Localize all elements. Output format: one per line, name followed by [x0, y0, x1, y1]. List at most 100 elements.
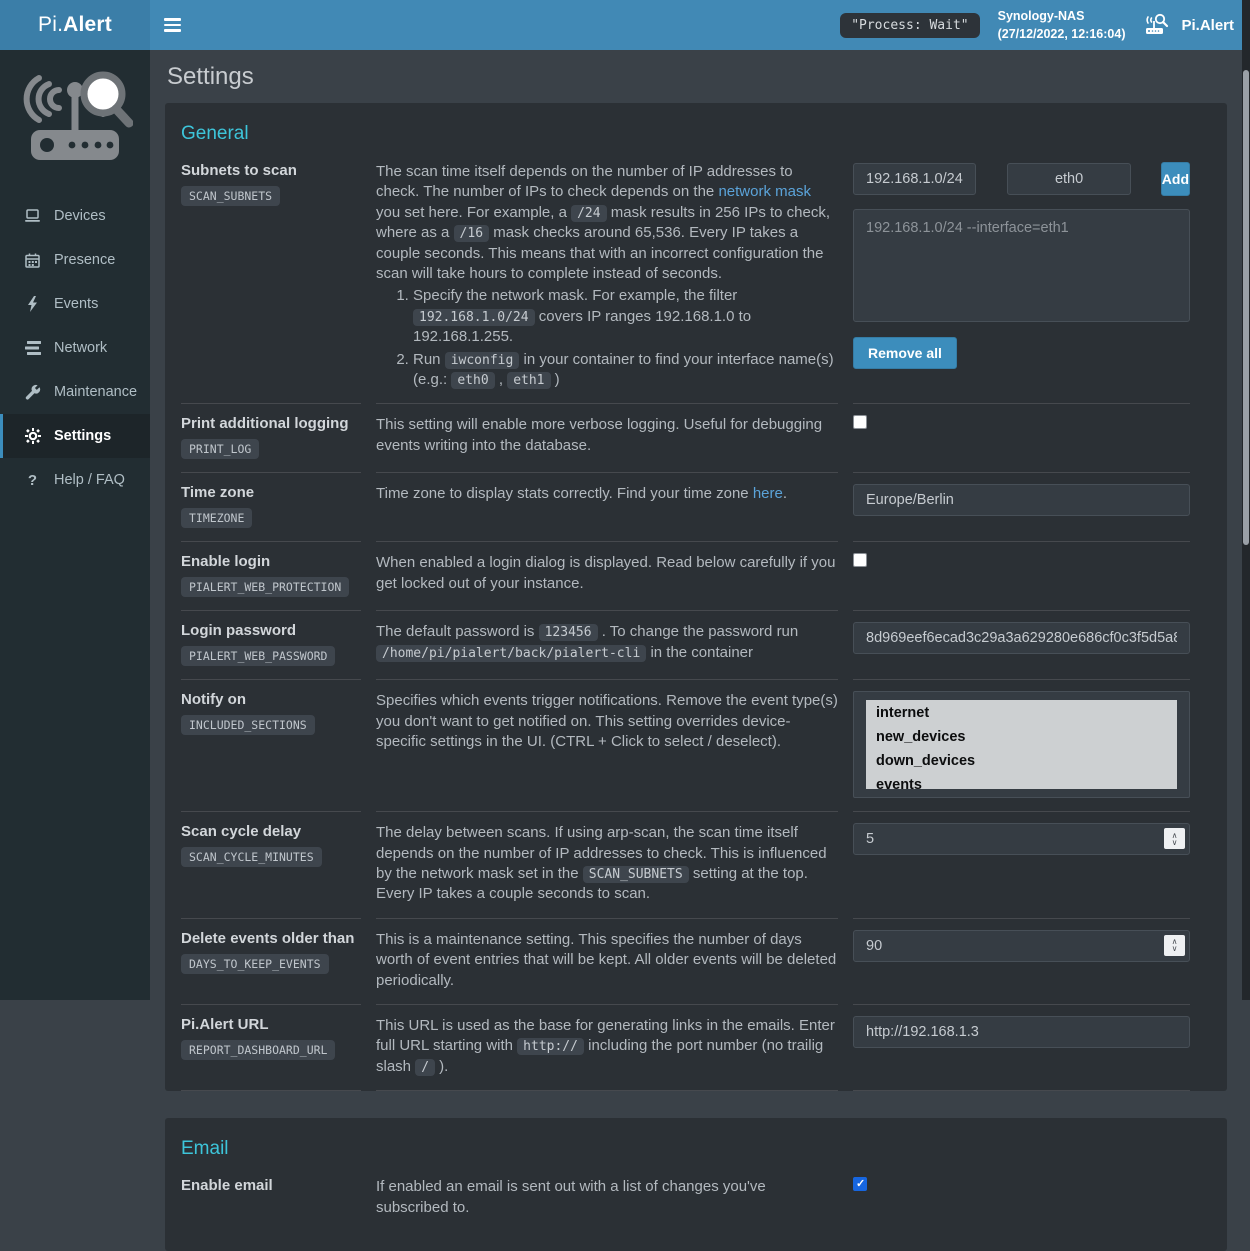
multiselect-option[interactable]: down_devices — [866, 749, 1177, 773]
setting-control-cell — [853, 403, 1190, 472]
brand-pre: Pi. — [38, 13, 63, 37]
inline-code: /16 — [454, 225, 489, 242]
sidebar-item-presence[interactable]: Presence — [0, 238, 150, 282]
desc-text: ). — [435, 1058, 448, 1075]
process-status-badge: "Process: Wait" — [840, 13, 979, 38]
setting-row: Time zoneTIMEZONETime zone to display st… — [181, 472, 1190, 541]
setting-label-cell: Enable loginPIALERT_WEB_PROTECTION — [181, 541, 361, 610]
add-subnet-button[interactable]: Add — [1161, 162, 1190, 196]
inline-code: 192.168.1.0/24 — [413, 309, 535, 326]
sidebar-item-help[interactable]: ?Help / FAQ — [0, 458, 150, 502]
setting-row: Enable loginPIALERT_WEB_PROTECTION When e… — [181, 541, 1190, 610]
setting-description: This URL is used as the base for generat… — [376, 1004, 838, 1091]
app-name: Pi.Alert — [1181, 17, 1234, 34]
setting-label-cell: Time zoneTIMEZONE — [181, 472, 361, 541]
stack-icon — [24, 341, 41, 355]
setting-control-cell: Add 192.168.1.0/24 --interface=eth1 Remove… — [853, 151, 1190, 403]
inline-link[interactable]: here — [753, 485, 783, 502]
wrench-icon — [24, 384, 41, 400]
desc-text: Specify the network mask. For example, t… — [413, 287, 737, 304]
brand-logo[interactable]: Pi.Alert — [0, 0, 150, 50]
sidebar-item-devices[interactable]: Devices — [0, 194, 150, 238]
multiselect-option[interactable]: internet — [866, 701, 1177, 725]
setting-text-input[interactable] — [853, 622, 1190, 654]
setting-key-badge: DAYS_TO_KEEP_EVENTS — [181, 954, 329, 974]
desc-text: . — [783, 485, 787, 502]
setting-text-input[interactable] — [853, 484, 1190, 516]
section-title: General — [181, 123, 1190, 145]
setting-control-cell: internetnew_devicesdown_devicesevents — [853, 679, 1190, 811]
subnet-input[interactable] — [853, 163, 976, 195]
inline-code: / — [415, 1059, 435, 1076]
sidebar-item-label: Settings — [54, 428, 111, 444]
inline-code: http:// — [517, 1038, 584, 1055]
sidebar: Devices PresenceEvents Network Maintenance S… — [0, 50, 150, 1000]
setting-label-cell: Pi.Alert URLREPORT_DASHBOARD_URL — [181, 1004, 361, 1091]
sidebar-item-maintenance[interactable]: Maintenance — [0, 370, 150, 414]
interface-input[interactable] — [1007, 163, 1130, 195]
setting-key-badge: PRINT_LOG — [181, 439, 259, 459]
inline-code: /home/pi/pialert/back/pialert-cli — [376, 645, 646, 662]
setting-description: If enabled an email is sent out with a l… — [376, 1166, 838, 1231]
scrollbar-thumb[interactable] — [1243, 70, 1249, 545]
setting-checkbox[interactable] — [853, 415, 867, 429]
description-list-item: Run iwconfig in your container to find y… — [413, 350, 838, 391]
setting-control-cell: ∧∨ — [853, 918, 1190, 1004]
subnet-entry[interactable]: 192.168.1.0/24 --interface=eth1 — [866, 218, 1177, 240]
remove-all-button[interactable]: Remove all — [853, 337, 957, 369]
multiselect-option[interactable]: events — [866, 773, 1177, 797]
desc-text: . To change the password run — [598, 623, 799, 640]
setting-key-badge: REPORT_DASHBOARD_URL — [181, 1040, 335, 1060]
setting-control-cell — [853, 472, 1190, 541]
setting-key-badge: SCAN_SUBNETS — [181, 186, 280, 206]
settings-panel-general: General Subnets to scan SCAN_SUBNETS The sc… — [165, 103, 1227, 1091]
sidebar-item-events[interactable]: Events — [0, 282, 150, 326]
setting-label-cell: Delete events older thanDAYS_TO_KEEP_EVE… — [181, 918, 361, 1004]
main-content: Settings General Subnets to scan SCAN_SUBN… — [150, 50, 1242, 1251]
number-stepper-icon[interactable]: ∧∨ — [1164, 935, 1185, 956]
setting-key-badge: INCLUDED_SECTIONS — [181, 715, 315, 735]
inline-code: SCAN_SUBNETS — [583, 866, 689, 883]
sidebar-toggle-icon[interactable] — [150, 0, 195, 50]
setting-label: Enable login — [181, 553, 361, 570]
setting-number-input[interactable] — [853, 930, 1190, 962]
inline-link[interactable]: network mask — [718, 183, 811, 200]
sidebar-item-label: Maintenance — [54, 384, 137, 400]
inline-code: eth1 — [507, 372, 550, 389]
setting-number-input[interactable] — [853, 823, 1190, 855]
setting-row: Notify onINCLUDED_SECTIONSSpecifies whic… — [181, 679, 1190, 811]
router-scan-icon — [1143, 13, 1173, 37]
setting-key-badge: PIALERT_WEB_PASSWORD — [181, 646, 335, 666]
setting-text-input[interactable] — [853, 1016, 1190, 1048]
inline-code: /24 — [571, 205, 606, 222]
page-title: Settings — [167, 63, 1227, 91]
sidebar-menu: Devices PresenceEvents Network Maintenance S… — [0, 194, 150, 502]
sidebar-item-label: Devices — [54, 208, 106, 224]
section-title: Email — [181, 1138, 1190, 1160]
app-badge: Pi.Alert — [1143, 13, 1234, 37]
setting-control-cell — [853, 610, 1190, 679]
setting-label: Time zone — [181, 484, 361, 501]
subnet-listbox[interactable]: 192.168.1.0/24 --interface=eth1 — [853, 209, 1190, 322]
setting-control-cell — [853, 1004, 1190, 1091]
desc-text: This is a maintenance setting. This spec… — [376, 931, 836, 989]
setting-label-cell: Print additional loggingPRINT_LOG — [181, 403, 361, 472]
calendar-icon — [24, 253, 41, 268]
setting-checkbox[interactable] — [853, 553, 867, 567]
number-stepper-icon[interactable]: ∧∨ — [1164, 828, 1185, 849]
setting-description: The scan time itself depends on the numb… — [376, 151, 838, 403]
sidebar-item-label: Network — [54, 340, 107, 356]
desc-text: in the container — [646, 644, 753, 661]
setting-row: Pi.Alert URLREPORT_DASHBOARD_URLThis URL… — [181, 1004, 1190, 1091]
top-navbar: Pi.Alert "Process: Wait" Synology-NAS (2… — [0, 0, 1250, 50]
desc-text: When enabled a login dialog is displayed… — [376, 554, 835, 591]
sidebar-item-settings[interactable]: Settings — [0, 414, 150, 458]
setting-control-cell — [853, 541, 1190, 610]
setting-label: Subnets to scan — [181, 162, 361, 179]
sidebar-item-network[interactable]: Network — [0, 326, 150, 370]
setting-label-cell: Login passwordPIALERT_WEB_PASSWORD — [181, 610, 361, 679]
desc-text: Run — [413, 351, 445, 368]
notify-multiselect[interactable]: internetnew_devicesdown_devicesevents — [853, 691, 1190, 798]
multiselect-option[interactable]: new_devices — [866, 725, 1177, 749]
setting-checkbox[interactable] — [853, 1177, 867, 1191]
